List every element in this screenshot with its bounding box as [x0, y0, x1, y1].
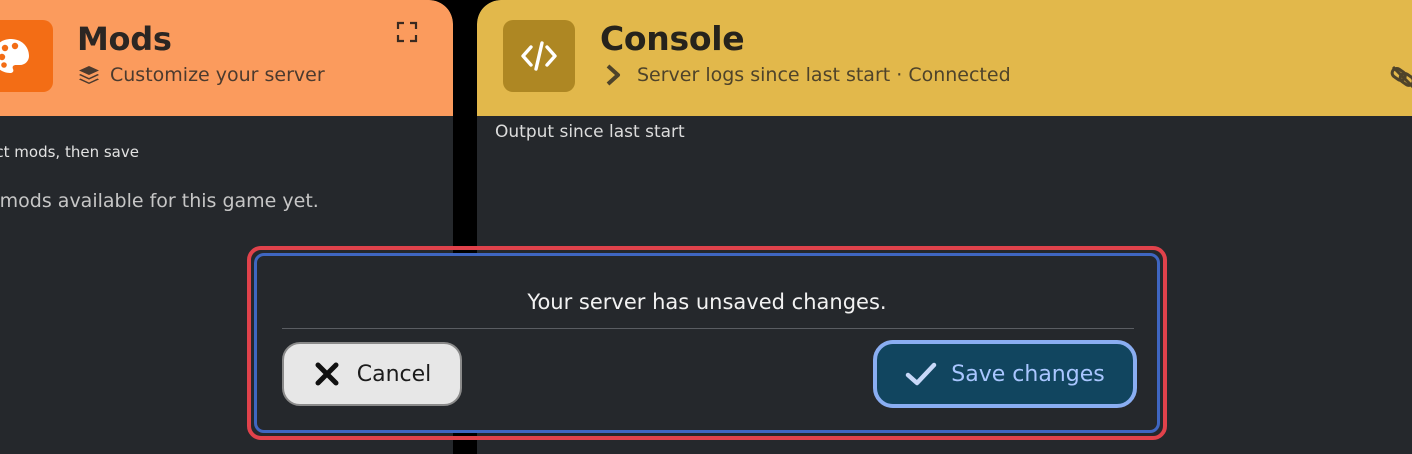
unsaved-changes-message: Your server has unsaved changes.	[527, 290, 887, 314]
chevron-right-icon	[606, 64, 620, 86]
mods-instruction: lect mods, then save	[0, 143, 139, 161]
layers-icon	[79, 66, 99, 84]
palette-icon	[0, 39, 29, 73]
mods-header: Mods Customize your server	[0, 0, 453, 116]
mods-subtitle: Customize your server	[78, 64, 325, 86]
close-icon	[315, 362, 339, 386]
mods-subtitle-text: Customize your server	[110, 64, 325, 86]
save-changes-button[interactable]: Save changes	[873, 340, 1137, 408]
mods-icon-tile	[0, 20, 53, 92]
console-subtitle: Server logs since last start · Connected	[605, 64, 1011, 86]
save-changes-button-label: Save changes	[951, 361, 1105, 387]
console-icon-tile	[503, 20, 575, 92]
console-header: Console Server logs since last start · C…	[477, 0, 1412, 116]
unsaved-changes-dialog: Your server has unsaved changes. Cancel …	[254, 253, 1160, 433]
check-icon	[906, 362, 937, 386]
dialog-divider	[282, 328, 1134, 329]
mods-title: Mods	[77, 20, 172, 58]
expand-icon[interactable]	[396, 21, 418, 43]
cancel-button-label: Cancel	[356, 361, 432, 387]
mods-empty-message: o mods available for this game yet.	[0, 190, 319, 212]
console-title: Console	[600, 19, 745, 58]
console-output-label: Output since last start	[495, 122, 685, 142]
unsaved-changes-highlight: Your server has unsaved changes. Cancel …	[247, 246, 1167, 440]
console-subtitle-text: Server logs since last start · Connected	[637, 64, 1011, 86]
code-icon	[521, 41, 557, 71]
link-off-icon[interactable]	[1390, 64, 1412, 90]
cancel-button[interactable]: Cancel	[282, 342, 462, 406]
app-root: Mods Customize your server lect mods, th…	[0, 0, 1412, 454]
